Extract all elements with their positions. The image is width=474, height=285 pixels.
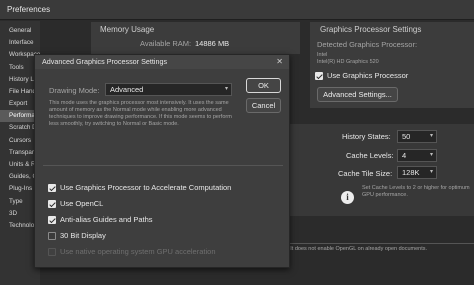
advanced-settings-button[interactable]: Advanced Settings...: [317, 87, 398, 102]
native-gpu-acceleration-checkbox: [48, 248, 56, 256]
close-icon[interactable]: ✕: [276, 57, 283, 67]
ok-button[interactable]: OK: [246, 78, 281, 93]
gpu-settings-heading: Graphics Processor Settings: [320, 25, 422, 34]
dialog-title-bar: Advanced Graphics Processor Settings: [35, 55, 289, 69]
use-gpu-label: Use Graphics Processor: [327, 71, 409, 80]
use-opencl-checkbox[interactable]: [48, 200, 56, 208]
cache-levels-hint: Set Cache Levels to 2 or higher for opti…: [362, 185, 470, 198]
thirty-bit-display-label: 30 Bit Display: [60, 231, 106, 240]
chevron-down-icon: ▾: [429, 169, 433, 175]
cache-levels-input[interactable]: 4 ▾: [397, 149, 437, 162]
accelerate-computation-label: Use Graphics Processor to Accelerate Com…: [60, 183, 232, 192]
drawing-mode-select[interactable]: Advanced ▾: [105, 83, 232, 96]
memory-usage-heading: Memory Usage: [100, 25, 155, 34]
cache-tile-size-select[interactable]: 128K ▾: [397, 166, 437, 179]
drawing-mode-value: Advanced: [110, 85, 144, 94]
chevron-down-icon: ▾: [429, 133, 433, 139]
gpu-vendor: Intel: [317, 52, 328, 58]
gpu-model: Intel(R) HD Graphics 520: [317, 59, 379, 65]
cache-levels-value: 4: [402, 151, 407, 160]
available-ram-value: 14886 MB: [195, 39, 230, 48]
cache-tile-size-label: Cache Tile Size:: [338, 169, 393, 178]
history-states-label: History States:: [342, 132, 391, 141]
thirty-bit-display-checkbox[interactable]: [48, 232, 56, 240]
anti-alias-label: Anti-alias Guides and Paths: [60, 215, 153, 224]
sidebar-item-interface[interactable]: Interface: [0, 37, 40, 49]
advanced-gpu-settings-dialog: Advanced Graphics Processor Settings ✕ D…: [34, 54, 290, 268]
chevron-down-icon: ▾: [224, 86, 228, 92]
window-title: Preferences: [7, 5, 51, 14]
sidebar-item-general[interactable]: General: [0, 25, 40, 37]
dialog-title: Advanced Graphics Processor Settings: [42, 57, 168, 66]
chevron-down-icon: ▾: [429, 152, 433, 158]
anti-alias-checkbox[interactable]: [48, 216, 56, 224]
use-opencl-label: Use OpenCL: [60, 199, 104, 208]
dialog-divider: [43, 165, 283, 166]
cache-levels-label: Cache Levels:: [346, 151, 394, 160]
cache-tile-size-value: 128K: [402, 168, 420, 177]
drawing-mode-description: This mode uses the graphics processor mo…: [49, 100, 232, 127]
info-icon: i: [341, 191, 354, 204]
detected-gpu-label: Detected Graphics Processor:: [317, 40, 418, 49]
history-states-input[interactable]: 50 ▾: [397, 130, 437, 143]
native-gpu-acceleration-label: Use native operating system GPU accelera…: [60, 247, 216, 256]
accelerate-computation-checkbox[interactable]: [48, 184, 56, 192]
title-bar: Preferences: [0, 0, 474, 20]
drawing-mode-label: Drawing Mode:: [49, 86, 100, 95]
use-gpu-checkbox[interactable]: [315, 72, 323, 80]
cancel-button[interactable]: Cancel: [246, 98, 281, 113]
history-states-value: 50: [402, 132, 411, 141]
available-ram-label: Available RAM:: [140, 39, 192, 48]
